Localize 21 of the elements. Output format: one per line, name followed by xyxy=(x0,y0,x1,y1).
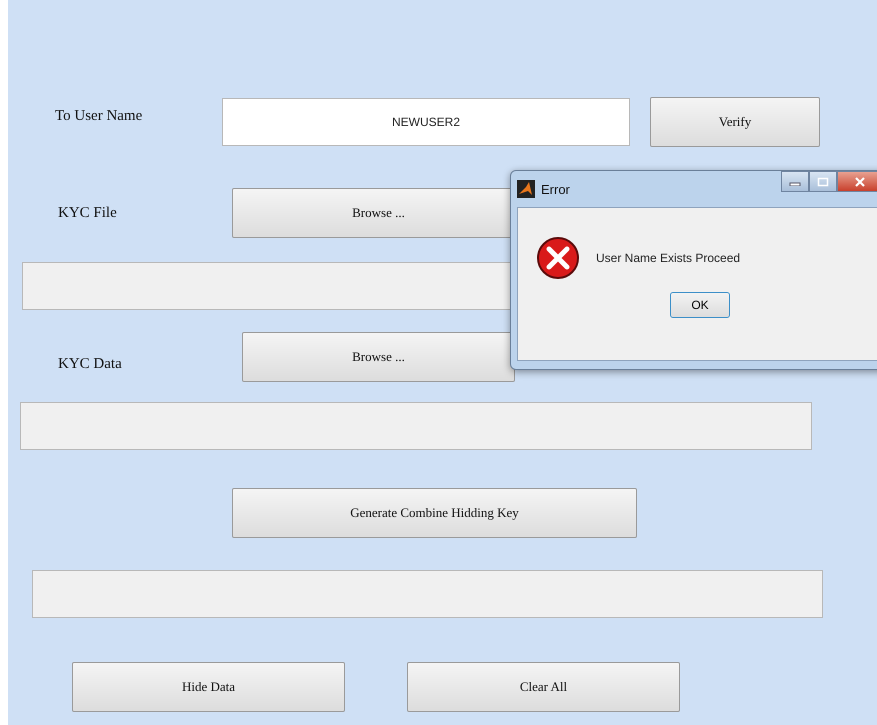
minimize-button[interactable] xyxy=(781,171,809,192)
close-button[interactable] xyxy=(837,171,877,192)
maximize-icon xyxy=(817,176,829,186)
verify-button[interactable]: Verify xyxy=(650,97,820,147)
field-label: KYC Data xyxy=(58,356,123,373)
error-icon xyxy=(536,236,580,280)
user-name-field[interactable]: NEWUSER2 xyxy=(222,98,630,146)
data-path-field[interactable] xyxy=(20,402,812,450)
ok-button[interactable]: OK xyxy=(670,292,730,318)
field-label: To User Name xyxy=(55,108,144,125)
hide-data-button[interactable]: Hide Data xyxy=(72,662,345,712)
error-message: User Name Exists Proceed xyxy=(596,251,740,265)
generate-key-button[interactable]: Generate Combine Hidding Key xyxy=(232,488,637,538)
field-label: KYC File xyxy=(58,204,118,222)
dialog-title: Error xyxy=(541,182,570,196)
clear-all-button[interactable]: Clear All xyxy=(407,662,680,712)
app-logo-icon xyxy=(517,180,535,198)
maximize-button[interactable] xyxy=(809,171,837,192)
key-output-field[interactable] xyxy=(32,570,823,618)
close-icon xyxy=(854,176,866,186)
browse-button[interactable]: Browse ... xyxy=(242,332,515,382)
